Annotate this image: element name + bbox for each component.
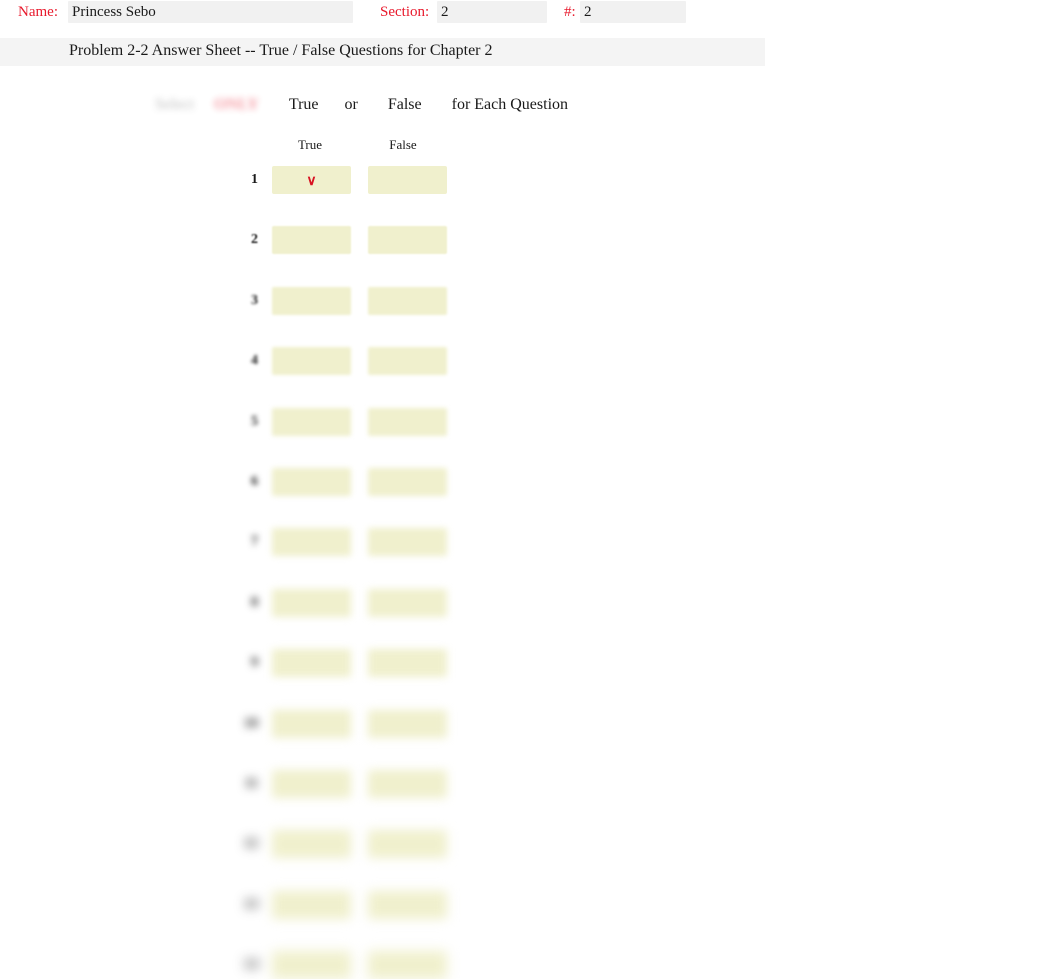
- answer-cell-true[interactable]: [272, 528, 351, 557]
- answer-cell-false[interactable]: [368, 588, 447, 617]
- question-number: 12: [244, 836, 258, 852]
- question-number: 10: [244, 715, 258, 731]
- answer-row: 8: [236, 588, 476, 617]
- answer-cell-false[interactable]: [368, 770, 447, 798]
- instruction-line: Select ONLY True or False for Each Quest…: [155, 93, 568, 117]
- student-number-label: #:: [564, 4, 576, 20]
- name-label: Name:: [18, 4, 58, 20]
- answer-row: 3: [236, 286, 476, 315]
- answer-cell-false[interactable]: [368, 649, 447, 678]
- question-number: 6: [251, 474, 258, 489]
- answer-cell-true[interactable]: [272, 468, 351, 496]
- page-title: Problem 2-2 Answer Sheet -- True / False…: [69, 42, 493, 59]
- answer-cell-false[interactable]: [368, 407, 447, 436]
- instruction-suffix: for Each Question: [451, 96, 569, 113]
- answer-cell-true[interactable]: [272, 709, 351, 738]
- answer-row: 2: [236, 226, 476, 255]
- question-number: 8: [251, 594, 258, 610]
- question-number: 1: [251, 172, 258, 187]
- answer-cell-true[interactable]: [272, 588, 351, 617]
- answer-cell-false[interactable]: [368, 528, 447, 557]
- answer-row: 6: [236, 468, 476, 496]
- question-number: 2: [251, 232, 258, 248]
- answer-cell-true[interactable]: [272, 890, 351, 919]
- answer-cell-true[interactable]: [272, 347, 351, 376]
- section-label: Section:: [380, 4, 430, 20]
- answer-cell-true[interactable]: [272, 770, 351, 798]
- question-number: 14: [244, 957, 258, 973]
- question-number: 4: [251, 353, 258, 369]
- question-number: 7: [251, 534, 258, 550]
- answer-row: 14: [236, 951, 476, 979]
- answer-cell-true[interactable]: ∨: [272, 166, 351, 194]
- answer-row: 4: [236, 347, 476, 376]
- column-header-false: False: [389, 137, 417, 152]
- answer-cell-false[interactable]: [368, 226, 447, 255]
- question-number: 3: [251, 292, 258, 308]
- answer-cell-true[interactable]: [272, 830, 351, 859]
- answer-cell-false[interactable]: [368, 468, 447, 496]
- answer-cell-false[interactable]: [368, 286, 447, 315]
- question-number: 13: [244, 896, 258, 912]
- answer-cell-false[interactable]: [368, 709, 447, 738]
- answer-cell-false[interactable]: [368, 951, 447, 979]
- answer-row: 1 ∨: [236, 166, 476, 194]
- question-number: 11: [244, 776, 258, 791]
- answer-cell-true[interactable]: [272, 649, 351, 678]
- answer-cell-false[interactable]: [368, 830, 447, 859]
- answer-row: 9: [236, 649, 476, 678]
- instruction-emphasis: ONLY: [214, 96, 259, 113]
- answer-cell-false[interactable]: [368, 347, 447, 376]
- section-input[interactable]: [437, 1, 547, 23]
- answer-row: 11: [236, 770, 476, 798]
- instruction-verb: Select: [155, 96, 195, 113]
- answer-row: 13: [236, 890, 476, 919]
- answer-row: 7: [236, 528, 476, 557]
- instruction-option-true: True: [288, 96, 319, 113]
- question-number: 9: [251, 655, 258, 671]
- instruction-conjunction: or: [344, 96, 358, 113]
- answer-cell-false[interactable]: [368, 890, 447, 919]
- student-number-input[interactable]: [580, 1, 686, 23]
- instruction-option-false: False: [387, 96, 422, 113]
- selected-check-icon: ∨: [306, 172, 317, 188]
- identification-bar: Name: Section: #:: [0, 0, 1062, 28]
- answer-cell-true[interactable]: [272, 286, 351, 315]
- question-number: 5: [251, 413, 258, 429]
- answer-row: 12: [236, 830, 476, 859]
- answer-cell-true[interactable]: [272, 407, 351, 436]
- answer-cell-true[interactable]: [272, 951, 351, 979]
- name-input[interactable]: [68, 1, 353, 23]
- answer-row: 10: [236, 709, 476, 738]
- answer-cell-false[interactable]: [368, 166, 447, 194]
- answer-row: 5: [236, 407, 476, 436]
- column-header-true: True: [297, 137, 323, 152]
- answer-cell-true[interactable]: [272, 226, 351, 255]
